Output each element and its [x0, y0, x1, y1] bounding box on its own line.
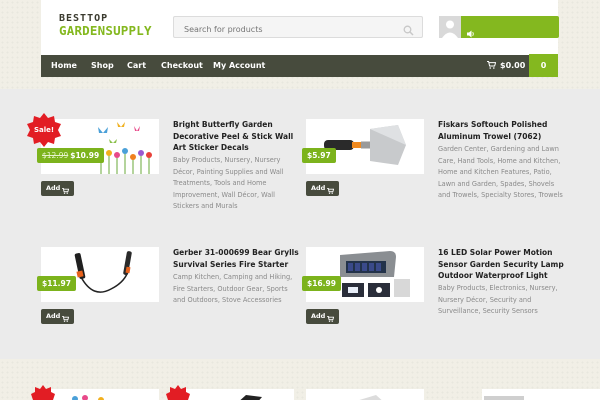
user-menu-bar[interactable]	[461, 16, 559, 38]
search-input[interactable]	[174, 19, 394, 40]
product-card: Sale! $12.99 $10.99 Add Bright Butterfly …	[27, 113, 301, 229]
nav-home[interactable]: Home	[51, 55, 77, 77]
product-image[interactable]	[306, 389, 424, 400]
price: $10.99	[70, 151, 100, 160]
product-card: $11.97 Add Gerber 31-000699 Bear Grylls …	[37, 247, 301, 357]
main-nav: Home Shop Cart Checkout My Account $0.00…	[41, 54, 558, 77]
product-image[interactable]	[306, 119, 424, 174]
product-image[interactable]	[41, 389, 159, 400]
nav-cart[interactable]: Cart	[127, 55, 146, 77]
old-price: $12.99	[42, 151, 69, 160]
add-to-cart-button[interactable]: Add	[306, 309, 339, 324]
cart-icon	[327, 185, 335, 200]
price: $11.97	[42, 279, 71, 288]
price: $16.99	[307, 279, 336, 288]
cart-count-badge[interactable]: 0	[529, 54, 558, 77]
price-tag: $16.99	[302, 276, 341, 291]
search-icon[interactable]	[403, 21, 414, 40]
price-tag: $12.99 $10.99	[37, 148, 105, 163]
avatar[interactable]	[439, 16, 461, 38]
speaker-icon	[467, 23, 475, 42]
sale-badge-label: Sale!	[33, 126, 55, 134]
add-button-label: Add	[46, 184, 61, 192]
sale-badge	[166, 385, 190, 400]
add-button-label: Add	[311, 312, 326, 320]
product-title[interactable]: Gerber 31-000699 Bear Grylls Survival Se…	[173, 247, 299, 270]
cart-total-link[interactable]: $0.00	[487, 55, 525, 77]
product-image[interactable]	[306, 247, 424, 302]
product-card: $16.99 Add 16 LED Solar Power Motion Sen…	[302, 247, 566, 357]
cart-icon	[327, 313, 335, 328]
product-categories: Baby Products, Electronics, Nursery, Nur…	[438, 284, 558, 315]
add-to-cart-button[interactable]: Add	[41, 309, 74, 324]
price-tag: $5.97	[302, 148, 336, 163]
nav-my-account[interactable]: My Account	[213, 55, 265, 77]
add-button-label: Add	[46, 312, 61, 320]
nav-checkout[interactable]: Checkout	[161, 55, 203, 77]
add-to-cart-button[interactable]: Add	[41, 181, 74, 196]
product-card: $5.97 Add Fiskars Softouch Polished Alum…	[302, 119, 566, 229]
user-account[interactable]	[439, 16, 559, 38]
add-to-cart-button[interactable]: Add	[306, 181, 339, 196]
product-grid: Sale! $12.99 $10.99 Add Bright Butterfly …	[0, 89, 600, 359]
sale-badge	[31, 385, 55, 400]
product-title[interactable]: 16 LED Solar Power Motion Sensor Garden …	[438, 247, 564, 282]
product-image[interactable]	[41, 247, 159, 302]
product-title[interactable]: Fiskars Softouch Polished Aluminum Trowe…	[438, 119, 564, 142]
search-box	[173, 16, 423, 40]
product-image[interactable]	[176, 389, 294, 400]
logo-bottom-text: GARDENSUPPLY	[59, 23, 152, 38]
site-header: BESTTOP GARDENSUPPLY	[41, 0, 559, 55]
site-logo[interactable]: BESTTOP GARDENSUPPLY	[59, 14, 152, 38]
add-button-label: Add	[311, 184, 326, 192]
cart-icon	[62, 313, 70, 328]
product-categories: Camp Kitchen, Camping and Hiking, Fire S…	[173, 273, 293, 304]
product-categories: Baby Products, Nursery, Nursery Décor, P…	[173, 156, 284, 210]
nav-shop[interactable]: Shop	[91, 55, 114, 77]
product-image[interactable]	[482, 389, 600, 400]
sale-badge: Sale!	[27, 113, 61, 147]
product-categories: Garden Center, Gardening and Lawn Care, …	[438, 145, 563, 199]
cart-total-amount: $0.00	[500, 61, 526, 70]
product-title[interactable]: Bright Butterfly Garden Decorative Peel …	[173, 119, 299, 154]
cart-icon	[487, 56, 497, 78]
price-tag: $11.97	[37, 276, 76, 291]
price: $5.97	[307, 151, 331, 160]
cart-icon	[62, 185, 70, 200]
